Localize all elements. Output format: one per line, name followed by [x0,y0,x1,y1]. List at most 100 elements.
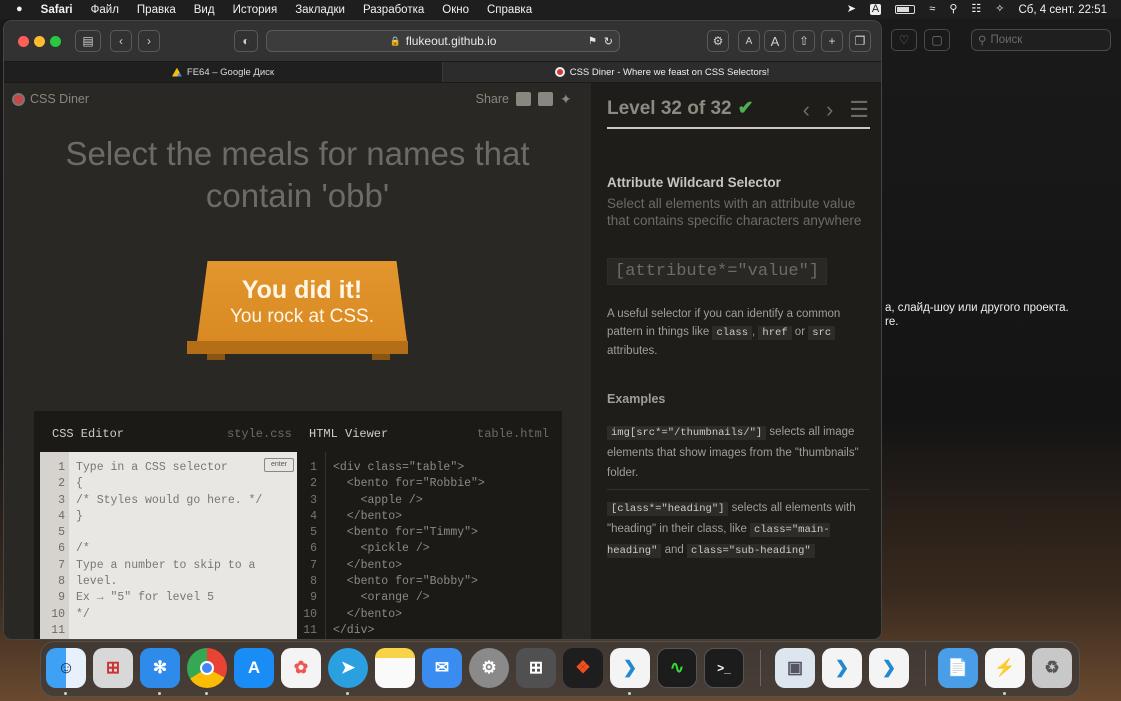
calculator-icon[interactable]: ⊞ [516,648,556,688]
menu-develop[interactable]: Разработка [363,4,424,16]
privacy-report-button[interactable]: ◐ [234,30,258,52]
html-code-line[interactable]: <apple /> [333,493,485,509]
css-file-label: style.css [227,427,292,441]
html-code-line[interactable]: <bento for="Bobby"> [333,574,485,590]
background-search-field[interactable]: ⚲ Поиск [971,29,1111,51]
menu-clock[interactable]: Сб, 4 сент. 22:51 [1018,4,1107,16]
line-number: 4 [58,509,65,523]
sidebar-toggle-button[interactable]: ▤ [75,30,101,52]
apple-menu-icon[interactable]: ● [16,4,23,15]
control-center-icon[interactable]: ☷ [971,4,981,15]
font-larger-button[interactable]: A [764,30,786,52]
line-number: 1 [310,461,317,474]
line-number: 5 [58,526,65,540]
battery-icon[interactable] [895,5,916,14]
safari-icon[interactable]: ✻ [140,648,180,688]
close-window-button[interactable] [18,36,29,47]
app-store-icon[interactable]: A [234,648,274,688]
shield-icon: ◐ [242,34,250,48]
facebook-icon[interactable] [538,92,553,106]
menu-help[interactable]: Справка [487,4,532,16]
css-editor-label: CSS Editor [52,427,125,441]
figma-icon[interactable]: ❖ [563,648,603,688]
background-window-button[interactable]: ▢ [924,29,950,51]
tab-css-diner[interactable]: CSS Diner - Where we feast on CSS Select… [443,62,881,82]
level-menu-icon[interactable]: ☰ [849,97,869,123]
preview-icon[interactable]: ▣ [775,648,815,688]
css-diner-favicon [554,67,565,77]
twitter-icon[interactable]: ✦ [560,92,575,106]
next-level-button[interactable]: › [826,97,833,123]
example-2: [class*="heading"] selects all elements … [607,498,869,561]
translate-icon[interactable]: ⚑ [588,36,597,47]
css-input-pane[interactable]: 1 2 3 4 5 6 7 8 9 10 11 Type in a CSS se… [40,452,297,639]
finder-icon[interactable]: ☺ [46,648,86,688]
menu-file[interactable]: Файл [91,4,119,16]
trash-icon[interactable]: ♻ [1032,648,1072,688]
launchpad-icon[interactable]: ⊞ [93,648,133,688]
sublime-icon[interactable]: ⚡ [985,648,1025,688]
siri-icon[interactable]: ✧ [995,4,1004,15]
css-code-line: /* Styles would go here. */ [76,493,263,507]
chrome-icon[interactable] [187,648,227,688]
css-code-line: level. [76,575,118,589]
code-chip: img[src*="/thumbnails/"] [607,426,767,440]
activity-monitor-icon[interactable]: ∿ [657,648,697,688]
wifi-icon[interactable]: ≈ [929,4,935,15]
html-code-line[interactable]: </bento> [333,509,485,525]
code-chip: [class*="heading"] [607,502,729,516]
address-bar[interactable]: 🔒 flukeout.github.io ⚑ ↻ [266,30,620,52]
share-button[interactable]: ⇧ [793,30,815,52]
previous-level-button[interactable]: ‹ [803,97,810,123]
menu-edit[interactable]: Правка [137,4,176,16]
html-code-line[interactable]: </bento> [333,607,485,623]
background-heart-button[interactable]: ♡ [891,29,917,51]
spotlight-icon[interactable]: ⚲ [949,4,957,15]
photos-icon[interactable]: ✿ [281,648,321,688]
html-code-line[interactable]: <bento for="Timmy"> [333,525,485,541]
menu-app-name[interactable]: Safari [41,4,73,16]
tab-overview-button[interactable]: ❐ [849,30,871,52]
menu-window[interactable]: Окно [442,4,469,16]
menu-bookmarks[interactable]: Закладки [295,4,345,16]
html-code-line[interactable]: <bento for="Robbie"> [333,476,485,492]
search-icon: ⚲ [978,35,987,47]
folder-icon[interactable]: 📄 [938,648,978,688]
table-edge [187,341,408,354]
window-icon: ▢ [931,33,943,47]
safari-toolbar: ▤ ‹ › ◐ 🔒 flukeout.github.io ⚑ ↻ ⚙ A A ⇧… [4,21,881,61]
css-input-field[interactable]: Type in a CSS selector { /* Styles would… [76,460,262,639]
terminal-icon[interactable]: >_ [704,648,744,688]
back-button[interactable]: ‹ [110,30,132,52]
mail-icon[interactable]: ✉ [422,648,462,688]
minimize-window-button[interactable] [34,36,45,47]
system-preferences-icon[interactable]: ⚙ [469,648,509,688]
running-indicator [346,692,349,695]
menu-view[interactable]: Вид [194,4,215,16]
location-icon[interactable]: ➤ [847,4,856,15]
menu-history[interactable]: История [233,4,278,16]
tab-google-drive[interactable]: FE64 – Google Диск [4,62,443,82]
css-diner-logo[interactable]: CSS Diner [12,92,89,106]
forward-button[interactable]: › [138,30,160,52]
chevron-left-icon: ‹ [119,34,123,48]
html-code-line[interactable]: <orange /> [333,590,485,606]
new-tab-button[interactable]: + [821,30,843,52]
vscode-icon[interactable]: ❯ [822,648,862,688]
email-icon[interactable] [516,92,531,106]
vscode-icon[interactable]: ❯ [869,648,909,688]
telegram-icon[interactable]: ➤ [328,648,368,688]
html-code-line[interactable]: </bento> [333,558,485,574]
vscode-icon[interactable]: ❯ [610,648,650,688]
reload-icon[interactable]: ↻ [604,35,613,48]
settings-button[interactable]: ⚙ [707,30,729,52]
enter-button[interactable]: enter [264,458,294,472]
notes-icon[interactable] [375,648,415,688]
address-bar-url: flukeout.github.io [405,34,497,48]
input-source-icon[interactable]: A [869,4,882,15]
html-code-line[interactable]: </div> [333,623,485,639]
font-smaller-button[interactable]: A [738,30,760,52]
html-code-line[interactable]: <pickle /> [333,541,485,557]
html-code-line[interactable]: <div class="table"> [333,460,485,476]
zoom-window-button[interactable] [50,36,61,47]
